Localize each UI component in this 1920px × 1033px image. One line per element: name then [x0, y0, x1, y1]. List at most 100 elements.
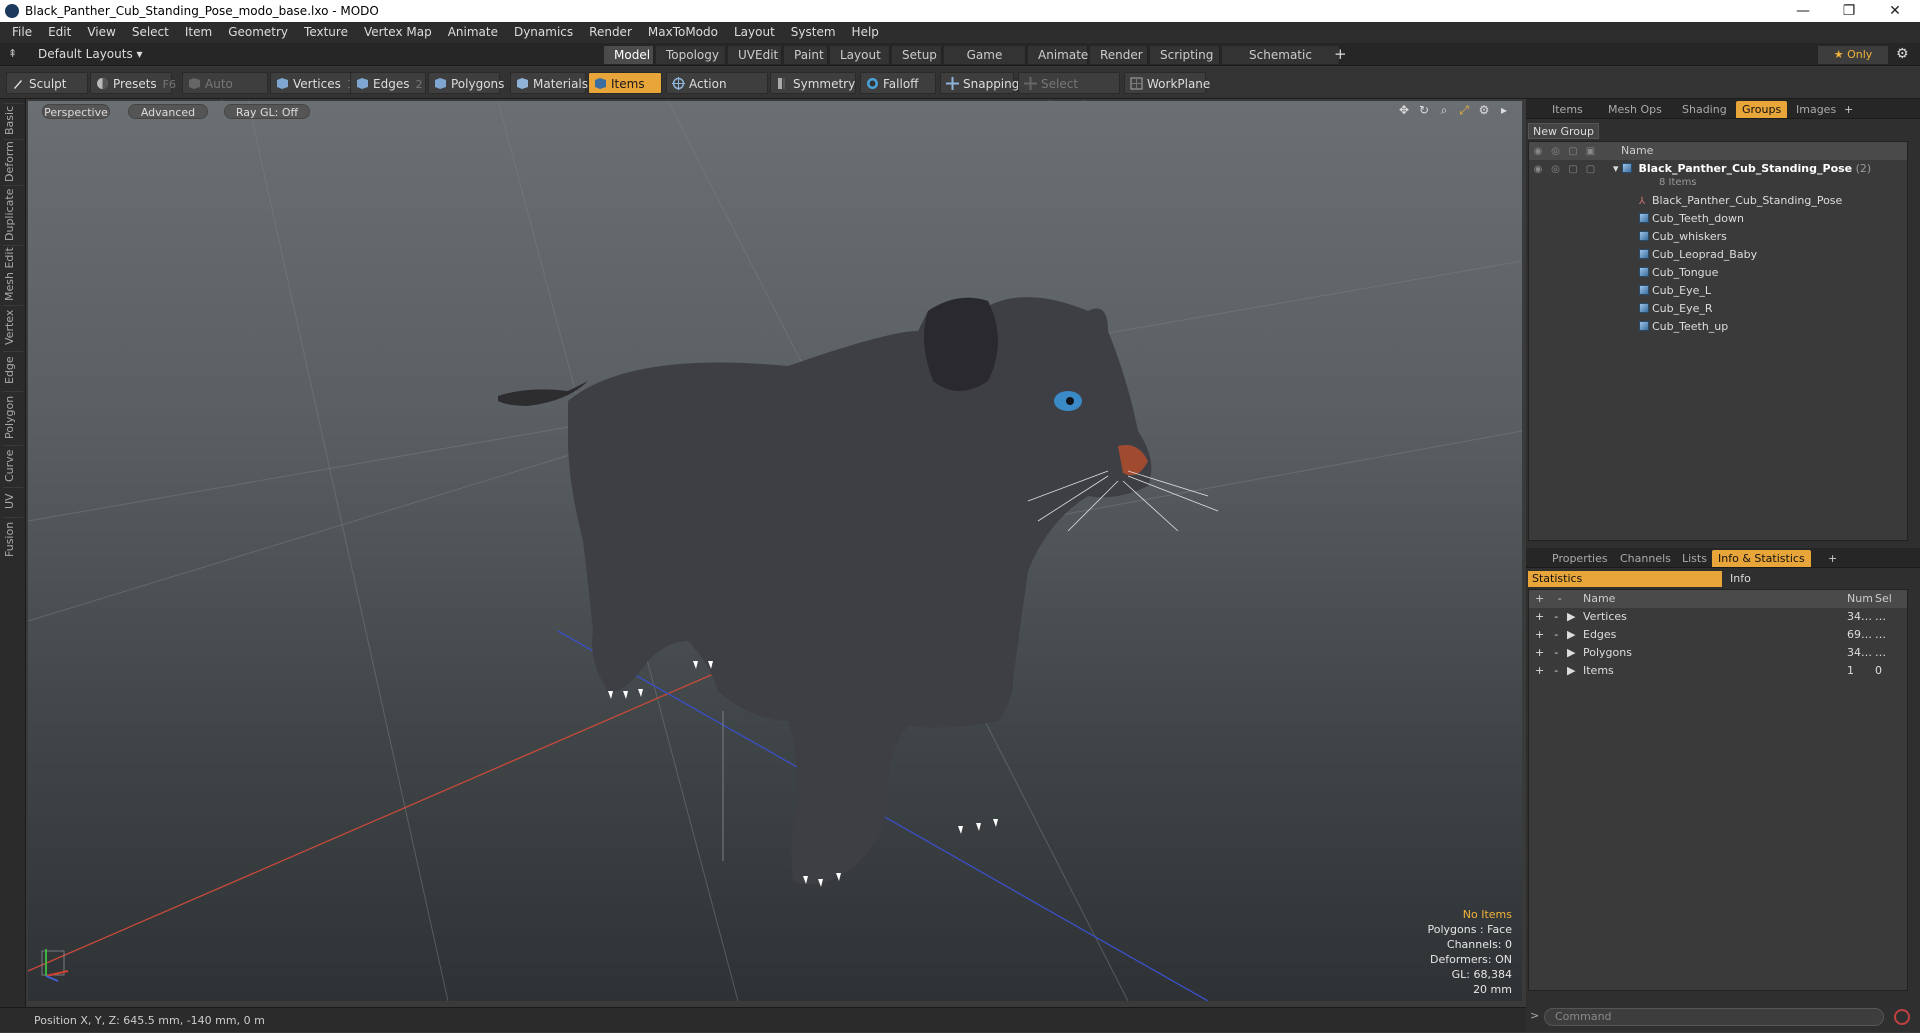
tab-edge[interactable]: Edge [3, 351, 23, 389]
list-item[interactable]: Cub_Eye_L [1639, 282, 1711, 300]
presets-button[interactable]: Presets F6 [90, 72, 176, 94]
3d-viewport[interactable]: Perspective Advanced Ray GL: Off ✥ ↻ ⌕ ⤢… [28, 101, 1522, 1001]
menu-file[interactable]: File [4, 22, 40, 43]
select-icon[interactable]: ▢ [1584, 161, 1598, 179]
list-item[interactable]: Cub_Tongue [1639, 264, 1718, 282]
menu-help[interactable]: Help [844, 22, 887, 43]
zoom-icon[interactable]: ⌕ [1436, 103, 1452, 119]
tab-uvedit[interactable]: UVEdit [728, 46, 782, 64]
statistics-subtab[interactable]: Statistics [1528, 571, 1722, 587]
menu-dynamics[interactable]: Dynamics [506, 22, 581, 43]
menu-item[interactable]: Item [177, 22, 220, 43]
expand-icon[interactable]: ▾ [1613, 162, 1619, 175]
menu-edit[interactable]: Edit [40, 22, 79, 43]
select-through-button[interactable]: Select Through [1018, 72, 1120, 113]
tab-schematic-fusion[interactable]: Schematic Fusion [1222, 46, 1340, 80]
add-stats-tab-icon[interactable]: + [1822, 550, 1843, 567]
menu-geometry[interactable]: Geometry [220, 22, 296, 43]
advanced-button[interactable]: Advanced [128, 104, 208, 119]
table-row[interactable]: + - ▶ Vertices 34… … [1529, 608, 1907, 626]
only-button[interactable]: ★ Only [1818, 46, 1888, 64]
table-row[interactable]: + - ▶ Items 1 0 [1529, 662, 1907, 680]
add-tab-button[interactable]: + [1334, 45, 1347, 63]
tab-duplicate[interactable]: Duplicate [3, 185, 23, 243]
tab-game-tools[interactable]: Game Tools [944, 46, 1026, 80]
tab-lists[interactable]: Lists [1676, 550, 1713, 567]
list-item[interactable]: ⅄ Black_Panther_Cub_Standing_Pose [1639, 192, 1842, 210]
group-row[interactable]: ◉ ◎ ▢ ▢ ▾ Black_Panther_Cub_Standing_Pos… [1529, 160, 1907, 178]
render-icon[interactable]: ◎ [1549, 161, 1563, 179]
tab-uv[interactable]: UV [3, 487, 23, 515]
tab-mesh-ops[interactable]: Mesh Ops [1602, 101, 1668, 118]
tab-model[interactable]: Model [604, 46, 654, 64]
info-subtab[interactable]: Info [1726, 571, 1751, 587]
list-item[interactable]: Cub_Leoprad_Baby [1639, 246, 1757, 264]
maximize-button[interactable]: ❐ [1826, 0, 1872, 22]
viewport-menu-icon[interactable]: ▸ [1496, 103, 1512, 119]
minus-icon[interactable]: - [1554, 664, 1558, 677]
tab-channels[interactable]: Channels [1614, 550, 1677, 567]
tab-render[interactable]: Render [1090, 46, 1148, 64]
close-button[interactable]: ✕ [1872, 0, 1918, 22]
raygl-button[interactable]: Ray GL: Off [224, 104, 310, 119]
minus-icon[interactable]: - [1554, 610, 1558, 623]
list-item[interactable]: Cub_whiskers [1639, 228, 1727, 246]
tab-setup[interactable]: Setup [892, 46, 942, 64]
pan-icon[interactable]: ✥ [1396, 103, 1412, 119]
minus-icon[interactable]: - [1554, 628, 1558, 641]
list-item[interactable]: Cub_Teeth_down [1639, 210, 1744, 228]
tab-layout[interactable]: Layout [830, 46, 890, 64]
new-group-button[interactable]: New Group [1528, 123, 1599, 139]
tab-scripting[interactable]: Scripting [1150, 46, 1220, 64]
list-item[interactable]: Cub_Teeth_up [1639, 318, 1728, 336]
tab-polygon[interactable]: Polygon [3, 391, 23, 443]
sculpt-button[interactable]: Sculpt [6, 72, 88, 94]
snapping-button[interactable]: Snapping [940, 72, 1019, 94]
tab-vertex[interactable]: Vertex [3, 305, 23, 349]
gear-icon[interactable]: ⚙ [1896, 46, 1909, 62]
expand-arrow-icon[interactable]: ▶ [1567, 608, 1575, 626]
tab-topology[interactable]: Topology [656, 46, 726, 64]
menu-texture[interactable]: Texture [296, 22, 356, 43]
tab-mesh-edit[interactable]: Mesh Edit [3, 245, 23, 303]
perspective-button[interactable]: Perspective [42, 104, 110, 119]
table-row[interactable]: + - ▶ Polygons 34… … [1529, 644, 1907, 662]
record-icon[interactable] [1894, 1009, 1910, 1025]
fit-icon[interactable]: ⤢ [1456, 103, 1472, 119]
plus-icon[interactable]: + [1535, 610, 1544, 623]
auto-select-button[interactable]: Auto Select [182, 72, 268, 113]
list-item[interactable]: Cub_Eye_R [1639, 300, 1713, 318]
polygons-button[interactable]: Polygons [428, 72, 504, 94]
table-row[interactable]: + - ▶ Edges 69… … [1529, 626, 1907, 644]
menu-maxtomodo[interactable]: MaxToModo [640, 22, 726, 43]
tab-groups[interactable]: Groups [1736, 101, 1788, 118]
tab-properties[interactable]: Properties [1546, 550, 1614, 567]
minimize-button[interactable]: — [1780, 0, 1826, 22]
plus-icon[interactable]: + [1535, 646, 1544, 659]
plus-icon[interactable]: + [1535, 664, 1544, 677]
tab-basic[interactable]: Basic [3, 103, 23, 137]
menu-render[interactable]: Render [581, 22, 640, 43]
workplane-button[interactable]: WorkPlane [1124, 72, 1210, 94]
minus-icon[interactable]: - [1554, 646, 1558, 659]
expand-arrow-icon[interactable]: ▶ [1567, 644, 1575, 662]
rotate-icon[interactable]: ↻ [1416, 103, 1432, 119]
vertices-button[interactable]: Vertices1 [270, 72, 354, 94]
lock-icon[interactable]: ▢ [1566, 161, 1580, 179]
tab-info-statistics[interactable]: Info & Statistics [1712, 550, 1811, 567]
tab-curve[interactable]: Curve [3, 445, 23, 485]
tab-shading[interactable]: Shading [1676, 101, 1733, 118]
add-panel-tab-icon[interactable]: + [1838, 101, 1859, 118]
materials-button[interactable]: Materials [510, 72, 588, 94]
layout-arrow-icon[interactable]: ⇞ [8, 47, 17, 60]
tab-items[interactable]: Items [1546, 101, 1589, 118]
menu-system[interactable]: System [783, 22, 844, 43]
edges-button[interactable]: Edges 2 [350, 72, 426, 94]
viewport-gear-icon[interactable]: ⚙ [1476, 103, 1492, 119]
expand-arrow-icon[interactable]: ▶ [1567, 662, 1575, 680]
expand-arrow-icon[interactable]: ▶ [1567, 626, 1575, 644]
menu-vertex-map[interactable]: Vertex Map [356, 22, 440, 43]
falloff-button[interactable]: Falloff [860, 72, 936, 94]
eye-icon[interactable]: ◉ [1531, 161, 1545, 179]
tab-images[interactable]: Images [1790, 101, 1842, 118]
